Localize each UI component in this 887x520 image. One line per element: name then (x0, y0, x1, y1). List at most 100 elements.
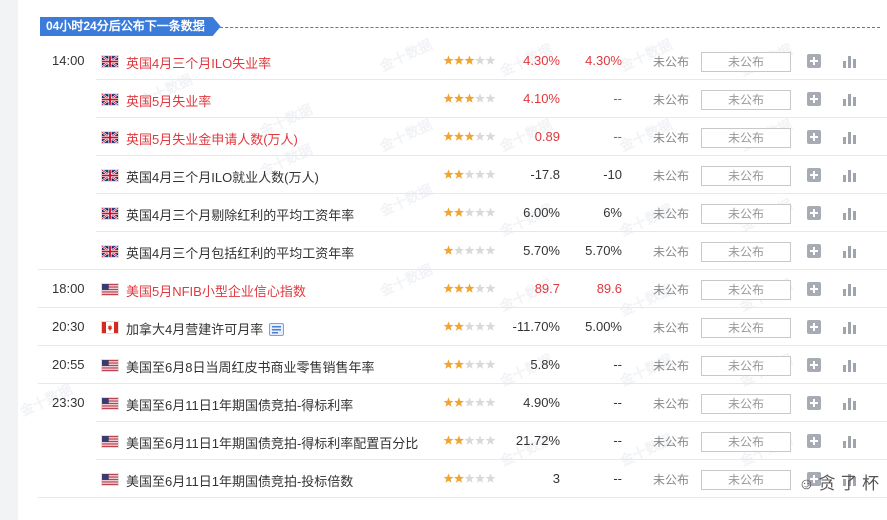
actual-value: 未公布 (652, 321, 689, 335)
add-alert-button[interactable] (807, 168, 821, 182)
row-divider (38, 497, 887, 498)
result-box[interactable]: 未公布 (701, 318, 791, 338)
event-list: 14:00 英国4月三个月ILO失业率 4.30% 4.30% 未公布 未公布 英国5月失业… (18, 42, 887, 498)
add-alert-button[interactable] (807, 206, 821, 220)
importance-stars (443, 207, 497, 218)
event-name-text: 英国4月三个月包括红利的平均工资年率 (126, 246, 355, 261)
result-box[interactable]: 未公布 (701, 52, 791, 72)
importance-stars (443, 283, 497, 294)
previous-value: 0.89 (534, 129, 560, 144)
event-name-text: 英国5月失业金申请人数(万人) (126, 132, 298, 147)
add-alert-button[interactable] (807, 54, 821, 68)
forecast-value: -- (613, 471, 622, 486)
event-name[interactable]: 英国4月三个月ILO失业率 (126, 53, 271, 72)
uk-flag-icon (102, 94, 118, 105)
bar-chart-icon[interactable] (843, 130, 856, 144)
result-box[interactable]: 未公布 (701, 280, 791, 300)
result-box[interactable]: 未公布 (701, 128, 791, 148)
importance-stars (443, 435, 497, 446)
result-box[interactable]: 未公布 (701, 166, 791, 186)
add-alert-button[interactable] (807, 320, 821, 334)
bar-chart-icon[interactable] (843, 396, 856, 410)
result-box[interactable]: 未公布 (701, 470, 791, 490)
wechat-logo-icon: ☺ (798, 476, 815, 493)
event-name[interactable]: 美国至6月11日1年期国债竞拍-得标利率 (126, 395, 353, 414)
corner-watermark: ☺ 贪 了 杯 (798, 472, 879, 496)
previous-value: 21.72% (515, 433, 560, 448)
event-name[interactable]: 美国至6月8日当周红皮书商业零售销售年率 (126, 357, 374, 376)
forecast-value: -- (613, 129, 622, 144)
add-alert-button[interactable] (807, 282, 821, 296)
next-release-banner: 04小时24分后公布下一条数据 (40, 16, 880, 38)
add-alert-button[interactable] (807, 130, 821, 144)
event-name[interactable]: 英国4月三个月ILO就业人数(万人) (126, 167, 319, 186)
event-row: 英国4月三个月ILO就业人数(万人) -17.8 -10 未公布 未公布 (18, 156, 887, 194)
result-box[interactable]: 未公布 (701, 394, 791, 414)
add-alert-button[interactable] (807, 244, 821, 258)
event-name-text: 美国至6月11日1年期国债竞拍-投标倍数 (126, 474, 354, 489)
result-box[interactable]: 未公布 (701, 356, 791, 376)
event-row: 英国4月三个月剔除红利的平均工资年率 6.00% 6% 未公布 未公布 (18, 194, 887, 232)
result-box[interactable]: 未公布 (701, 204, 791, 224)
event-name-text: 美国5月NFIB小型企业信心指数 (126, 284, 306, 299)
importance-stars (443, 245, 497, 256)
event-name[interactable]: 英国5月失业率 (126, 91, 211, 110)
bar-chart-icon[interactable] (843, 54, 856, 68)
bar-chart-icon[interactable] (843, 320, 856, 334)
previous-value: 5.70% (523, 243, 560, 258)
us-flag-icon (102, 360, 118, 371)
previous-value: 6.00% (523, 205, 560, 220)
event-row: 美国至6月11日1年期国债竞拍-得标利率配置百分比 21.72% -- 未公布 未公布 (18, 422, 887, 460)
release-time: 20:55 (52, 357, 85, 372)
release-time: 18:00 (52, 281, 85, 296)
event-name-text: 英国4月三个月ILO就业人数(万人) (126, 170, 319, 185)
importance-stars (443, 359, 497, 370)
canada-flag-icon (102, 322, 118, 333)
result-box[interactable]: 未公布 (701, 242, 791, 262)
bar-chart-icon[interactable] (843, 92, 856, 106)
forecast-value: 6% (603, 205, 622, 220)
event-name[interactable]: 英国4月三个月剔除红利的平均工资年率 (126, 205, 354, 224)
bar-chart-icon[interactable] (843, 358, 856, 372)
actual-value: 未公布 (652, 93, 689, 107)
forecast-value: 4.30% (585, 53, 622, 68)
previous-value: 4.30% (523, 53, 560, 68)
event-name[interactable]: 加拿大4月营建许可月率 (126, 319, 285, 338)
add-alert-button[interactable] (807, 434, 821, 448)
bar-chart-icon[interactable] (843, 244, 856, 258)
event-name[interactable]: 美国5月NFIB小型企业信心指数 (126, 281, 306, 300)
previous-value: 3 (552, 471, 560, 486)
importance-stars (443, 131, 497, 142)
actual-value: 未公布 (652, 435, 689, 449)
bar-chart-icon[interactable] (843, 168, 856, 182)
bar-chart-icon[interactable] (843, 206, 856, 220)
bar-chart-icon[interactable] (843, 434, 856, 448)
forecast-value: -- (613, 91, 622, 106)
event-name[interactable]: 英国4月三个月包括红利的平均工资年率 (126, 243, 354, 262)
forecast-value: 89.6 (596, 281, 622, 296)
previous-value: 89.7 (534, 281, 560, 296)
actual-value: 未公布 (652, 207, 689, 221)
add-alert-button[interactable] (807, 358, 821, 372)
event-name[interactable]: 美国至6月11日1年期国债竞拍-投标倍数 (126, 471, 353, 490)
result-box[interactable]: 未公布 (701, 432, 791, 452)
uk-flag-icon (102, 208, 118, 219)
forecast-value: -- (613, 357, 622, 372)
forecast-value: -10 (603, 167, 622, 182)
previous-value: 4.10% (523, 91, 560, 106)
importance-stars (443, 473, 497, 484)
previous-value: -11.70% (512, 319, 560, 334)
actual-value: 未公布 (652, 131, 689, 145)
report-icon[interactable] (269, 323, 285, 336)
result-box[interactable]: 未公布 (701, 90, 791, 110)
add-alert-button[interactable] (807, 92, 821, 106)
event-name[interactable]: 美国至6月11日1年期国债竞拍-得标利率配置百分比 (126, 433, 418, 452)
previous-value: 5.8% (530, 357, 560, 372)
bar-chart-icon[interactable] (843, 282, 856, 296)
actual-value: 未公布 (652, 359, 689, 373)
event-name-text: 英国4月三个月ILO失业率 (126, 56, 272, 71)
event-name[interactable]: 英国5月失业金申请人数(万人) (126, 129, 298, 148)
actual-value: 未公布 (652, 245, 689, 259)
uk-flag-icon (102, 170, 118, 181)
add-alert-button[interactable] (807, 396, 821, 410)
